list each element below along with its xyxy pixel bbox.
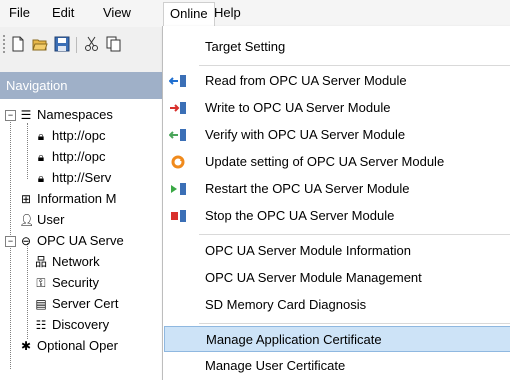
tree-item-label: OPC UA Serve <box>37 233 124 248</box>
menu-edit[interactable]: Edit <box>52 5 74 20</box>
menu-item-module-management[interactable]: OPC UA Server Module Management <box>163 265 510 291</box>
lock-icon: 🔒︎ <box>37 129 45 143</box>
write-icon <box>170 102 186 114</box>
menu-item-manage-application-certificate[interactable]: Manage Application Certificate <box>164 326 510 352</box>
tree-item-optional-operation[interactable]: ✱ Optional Oper <box>19 336 118 356</box>
save-icon[interactable] <box>54 36 70 52</box>
menu-item-sd-card-diagnosis[interactable]: SD Memory Card Diagnosis <box>163 292 510 318</box>
tree-item-user[interactable]: 👤︎ User <box>19 210 64 230</box>
tree-item-label: Optional Oper <box>37 338 118 353</box>
menu-item-label: Manage Application Certificate <box>206 332 382 347</box>
cut-icon[interactable] <box>84 36 100 52</box>
menu-separator <box>199 323 510 324</box>
tree-item-label: Security <box>52 275 99 290</box>
user-icon: 👤︎ <box>19 213 35 227</box>
open-folder-icon[interactable] <box>32 36 48 52</box>
menu-item-label: OPC UA Server Module Information <box>205 243 411 258</box>
menu-item-read-from-module[interactable]: Read from OPC UA Server Module <box>163 68 510 94</box>
menu-item-label: Manage User Certificate <box>205 358 346 373</box>
navigation-panel: Navigation − ☰ Namespaces 🔒︎ http://opc 🔒︎… <box>0 72 173 380</box>
menu-separator <box>199 65 510 66</box>
update-icon <box>171 155 185 169</box>
tree-item-label: http://Serv <box>52 170 112 185</box>
toolbar <box>0 27 172 63</box>
collapse-toggle[interactable]: − <box>5 110 16 121</box>
list-icon: ☰ <box>20 108 32 122</box>
menu-item-label: OPC UA Server Module Management <box>205 270 422 285</box>
menu-item-update-setting[interactable]: Update setting of OPC UA Server Module <box>163 149 510 175</box>
menu-item-target-setting[interactable]: Target Setting <box>163 34 510 60</box>
menu-online[interactable]: Online <box>163 2 215 27</box>
tree-item-opc-ua-server[interactable]: ⊖ OPC UA Serve <box>19 231 124 251</box>
certificate-icon: ▤ <box>35 297 47 311</box>
menu-bar: File Edit View Online Help <box>0 0 510 27</box>
tree-item-label: User <box>37 212 65 227</box>
menu-view[interactable]: View <box>103 5 131 20</box>
menu-item-label: Restart the OPC UA Server Module <box>205 181 410 196</box>
menu-separator <box>199 234 510 235</box>
menu-item-label: Verify with OPC UA Server Module <box>205 127 406 142</box>
menu-item-label: Write to OPC UA Server Module <box>205 100 391 115</box>
new-file-icon[interactable] <box>10 36 26 52</box>
copy-icon[interactable] <box>106 36 122 52</box>
tree-item-label: Information M <box>37 191 117 206</box>
menu-item-label: Stop the OPC UA Server Module <box>205 208 395 223</box>
menu-item-label: Target Setting <box>205 39 286 54</box>
toolbar-separator <box>76 37 77 53</box>
tree-item-network[interactable]: 品 Network <box>34 252 100 272</box>
tree-item-namespaces[interactable]: ☰ Namespaces <box>19 105 113 125</box>
navigation-tree: − ☰ Namespaces 🔒︎ http://opc 🔒︎ http://opc … <box>0 99 172 380</box>
tree-item-namespace[interactable]: 🔒︎ http://opc <box>34 126 106 146</box>
menu-help[interactable]: Help <box>214 5 241 20</box>
gear-icon: ✱ <box>20 339 32 353</box>
menu-item-restart-module[interactable]: Restart the OPC UA Server Module <box>163 176 510 202</box>
tree-line <box>27 123 28 179</box>
menu-item-manage-user-certificate[interactable]: Manage User Certificate <box>163 353 510 379</box>
lock-icon: 🔒︎ <box>37 171 45 185</box>
tree-item-security[interactable]: ⚿ Security <box>34 273 99 293</box>
tree-item-label: Server Cert <box>52 296 119 311</box>
menu-item-label: SD Memory Card Diagnosis <box>205 297 367 312</box>
online-menu-dropdown: Target Setting Read from OPC UA Server M… <box>162 26 510 380</box>
tree-line <box>27 243 28 339</box>
menu-item-module-information[interactable]: OPC UA Server Module Information <box>163 238 510 264</box>
menu-item-stop-module[interactable]: Stop the OPC UA Server Module <box>163 203 510 229</box>
tree-item-information-model[interactable]: ⊞ Information M <box>19 189 117 209</box>
key-icon: ⚿ <box>36 276 46 290</box>
tree-item-discovery[interactable]: ☷ Discovery <box>34 315 109 335</box>
lock-icon: 🔒︎ <box>37 150 45 164</box>
collapse-toggle[interactable]: − <box>5 236 16 247</box>
server-icon: ☷ <box>35 318 47 332</box>
tree-item-server-certificate[interactable]: ▤ Server Cert <box>34 294 118 314</box>
tree-item-label: Network <box>52 254 100 269</box>
menu-item-label: Update setting of OPC UA Server Module <box>205 154 445 169</box>
toolbar-grip <box>3 35 7 53</box>
read-icon <box>169 75 186 87</box>
menu-item-verify-with-module[interactable]: Verify with OPC UA Server Module <box>163 122 510 148</box>
network-icon: 品 <box>34 255 47 269</box>
menu-file[interactable]: File <box>9 5 30 20</box>
tree-item-namespace[interactable]: 🔒︎ http://opc <box>34 147 106 167</box>
menu-item-label: Read from OPC UA Server Module <box>205 73 407 88</box>
tree-item-namespace[interactable]: 🔒︎ http://Serv <box>34 168 111 188</box>
link-icon: ⊖ <box>20 234 32 248</box>
verify-icon <box>169 129 186 141</box>
restart-icon <box>171 183 186 195</box>
stop-icon <box>171 210 186 222</box>
tree-item-label: Discovery <box>52 317 110 332</box>
menu-item-write-to-module[interactable]: Write to OPC UA Server Module <box>163 95 510 121</box>
hierarchy-icon: ⊞ <box>20 192 32 206</box>
tree-item-label: Namespaces <box>37 107 113 122</box>
tree-item-label: http://opc <box>52 128 106 143</box>
navigation-header: Navigation <box>0 72 172 99</box>
tree-item-label: http://opc <box>52 149 106 164</box>
